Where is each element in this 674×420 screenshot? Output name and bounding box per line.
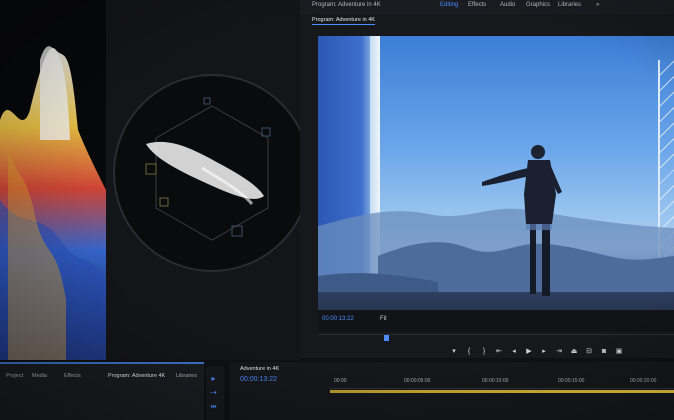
zoom-level-select[interactable]: Fit [380, 316, 387, 322]
project-panel: Project Media Effects Program: Adventure… [0, 362, 204, 420]
ripple-edit-tool-icon[interactable]: ⇹ [209, 402, 218, 411]
mark-in-icon[interactable]: { [465, 348, 473, 356]
transport-controls: ▾ { } ⇤ ◂ ▶ ▸ ⇥ ⏏ ⊟ ◙ ▣ [450, 346, 670, 358]
add-marker-icon[interactable]: ▾ [450, 348, 458, 356]
person-silhouette [482, 145, 562, 296]
timeline-panel: Adventure in 4K 00:00:13:22 00:00 00:00:… [230, 362, 674, 420]
vectorscope-panel [106, 0, 311, 360]
ruler-label: 00:00:20:00 [630, 378, 657, 384]
timeline-tab[interactable]: Adventure in 4K [240, 366, 279, 372]
more-workspaces-button[interactable]: » [596, 2, 599, 8]
go-to-in-icon[interactable]: ⇤ [495, 348, 503, 356]
video-frame [318, 36, 674, 332]
ruler-label: 00:00:10:00 [482, 378, 509, 384]
sequence-title: Program: Adventure in 4K [312, 2, 381, 8]
tab-effects-panel[interactable]: Effects [64, 373, 81, 379]
compare-icon[interactable]: ▣ [615, 348, 623, 356]
work-area-bar[interactable] [330, 390, 674, 393]
monitor-scrubber[interactable] [318, 334, 674, 341]
program-monitor: Program: Adventure in 4K 00:00:13:22 Fit… [300, 14, 674, 358]
tab-editing[interactable]: Editing [440, 2, 458, 8]
tab-effects[interactable]: Effects [468, 2, 486, 8]
premiere-workspace: Program: Adventure in 4K Editing Effects… [0, 0, 674, 420]
playhead-timecode[interactable]: 00:00:13:22 [322, 316, 354, 322]
tab-media[interactable]: Media [32, 373, 47, 379]
tab-project[interactable]: Project [6, 373, 23, 379]
time-ruler[interactable]: 00:00 00:00:05:00 00:00:10:00 00:00:15:0… [330, 376, 674, 389]
track-select-tool-icon[interactable]: ⇢ [209, 388, 218, 397]
playhead-handle[interactable] [384, 335, 389, 341]
monitor-status-row: 00:00:13:22 Fit [318, 310, 674, 332]
waveform-scope [0, 0, 106, 360]
step-back-icon[interactable]: ◂ [510, 348, 518, 356]
ruler-label: 00:00:15:00 [558, 378, 585, 384]
play-icon[interactable]: ▶ [525, 348, 533, 356]
go-to-out-icon[interactable]: ⇥ [555, 348, 563, 356]
program-monitor-tab[interactable]: Program: Adventure in 4K [312, 17, 375, 25]
tab-audio[interactable]: Audio [500, 2, 515, 8]
ruler-label: 00:00:05:00 [404, 378, 431, 384]
timeline-timecode[interactable]: 00:00:13:22 [240, 376, 277, 383]
tab-program-adventure[interactable]: Program: Adventure 4K [108, 373, 165, 379]
tab-libraries-panel[interactable]: Libraries [176, 373, 197, 379]
workspace-menu-bar: Program: Adventure in 4K Editing Effects… [300, 0, 674, 15]
tab-libraries[interactable]: Libraries [558, 2, 581, 8]
export-frame-icon[interactable]: ◙ [600, 348, 608, 356]
tab-graphics[interactable]: Graphics [526, 2, 550, 8]
selection-tool-icon[interactable]: ▸ [209, 374, 218, 383]
mark-out-icon[interactable]: } [480, 348, 488, 356]
tools-panel: ▸ ⇢ ⇹ [206, 366, 224, 420]
ruler-label: 00:00 [334, 378, 347, 384]
step-forward-icon[interactable]: ▸ [540, 348, 548, 356]
lift-icon[interactable]: ⏏ [570, 348, 578, 356]
extract-icon[interactable]: ⊟ [585, 348, 593, 356]
vectorscope [113, 74, 311, 272]
